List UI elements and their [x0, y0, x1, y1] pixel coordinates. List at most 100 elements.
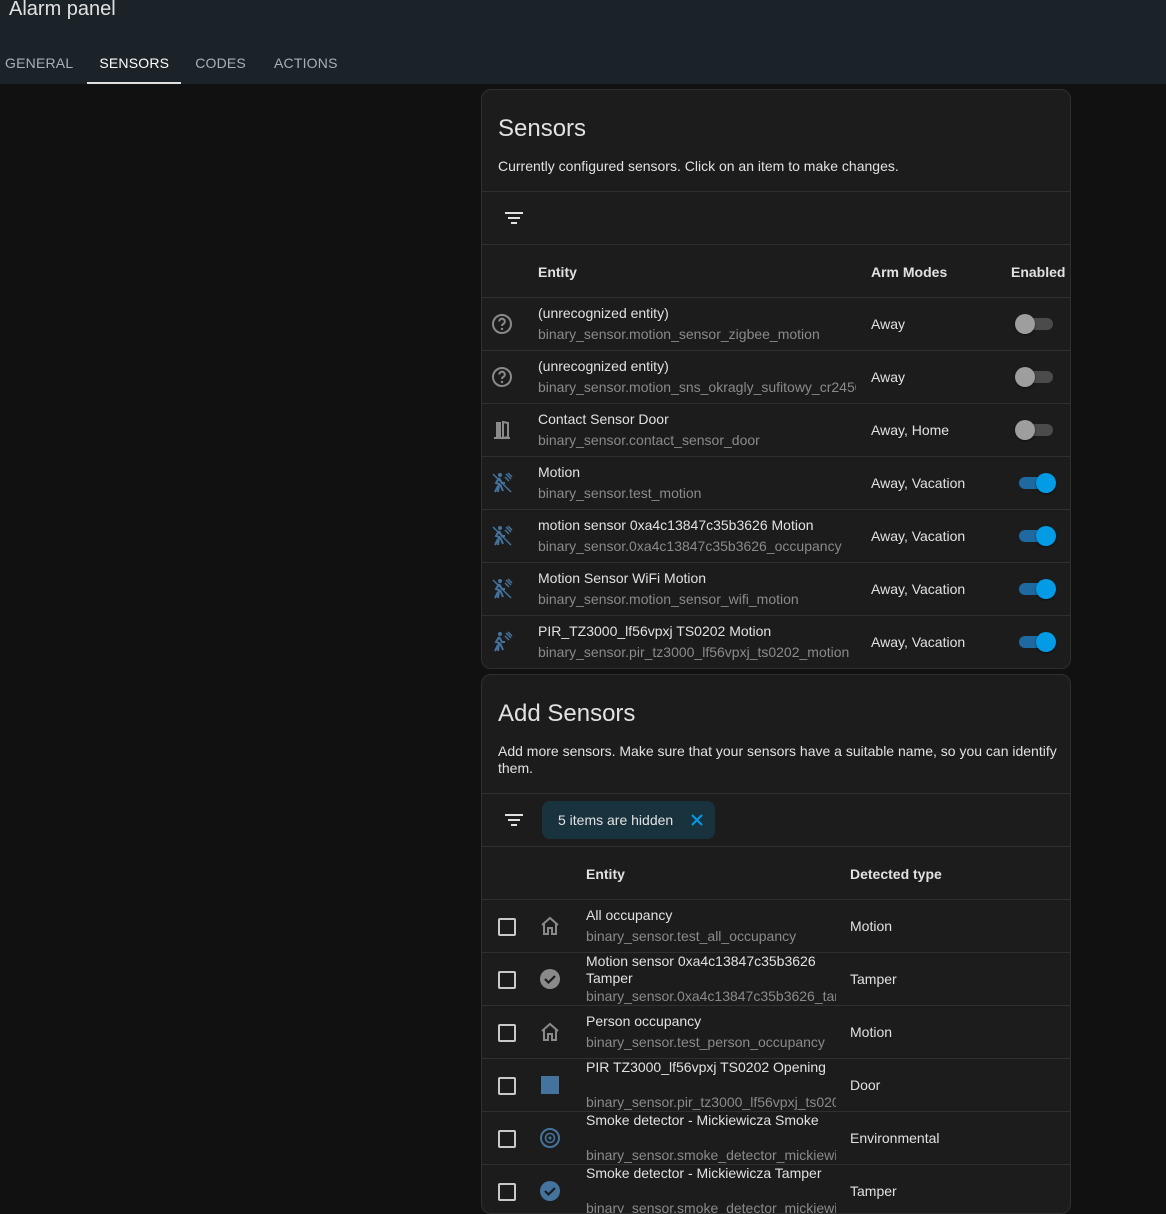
tab-general[interactable]: GENERAL [0, 42, 87, 84]
table-row[interactable]: Person occupancy binary_sensor.test_perso… [482, 1005, 1070, 1058]
top-bar: Alarm panel GENERAL SENSORS CODES ACTION… [0, 0, 1166, 84]
motion-icon [490, 577, 514, 601]
row-checkbox[interactable] [498, 1130, 516, 1148]
entity-name: Person occupancy [586, 1013, 702, 1029]
motion-icon [490, 524, 514, 548]
enabled-toggle[interactable] [1015, 367, 1055, 387]
enabled-toggle[interactable] [1015, 632, 1056, 652]
entity-name: Smoke detector - Mickiewicza Tamper [586, 1165, 822, 1181]
row-checkbox[interactable] [498, 1077, 516, 1095]
check-circle-icon [538, 967, 562, 991]
column-header-detected-type[interactable]: Detected type [850, 866, 942, 882]
row-checkbox[interactable] [498, 971, 516, 989]
arm-modes: Away [871, 369, 905, 385]
hidden-items-chip[interactable]: 5 items are hidden [542, 801, 715, 839]
door-icon [490, 418, 514, 442]
filter-icon[interactable] [502, 206, 526, 230]
add-sensors-title: Add Sensors [498, 700, 636, 727]
filter-icon[interactable] [502, 808, 526, 832]
entity-id: binary_sensor.motion_sensor_wifi_motion [538, 591, 799, 607]
entity-id: binary_sensor.test_person_occupancy [586, 1034, 825, 1050]
entity-id: binary_sensor.test_motion [538, 485, 702, 501]
check-circle-active-icon [538, 1179, 562, 1203]
table-row[interactable]: Smoke detector - Mickiewicza Tamper binar… [482, 1164, 1070, 1214]
detected-type: Motion [850, 918, 893, 934]
arm-modes: Away [871, 316, 905, 332]
table-row[interactable]: Smoke detector - Mickiewicza Smoke binary… [482, 1111, 1070, 1164]
close-icon[interactable] [689, 812, 705, 828]
column-header-entity[interactable]: Entity [586, 866, 625, 882]
entity-name: motion sensor 0xa4c13847c35b3626 Motion [538, 517, 814, 533]
sensors-card: Sensors Currently configured sensors. Cl… [481, 89, 1071, 669]
entity-name: Smoke detector - Mickiewicza Smoke [586, 1112, 819, 1128]
add-sensors-card: Add Sensors Add more sensors. Make sure … [481, 674, 1071, 1214]
arm-modes: Away, Vacation [871, 475, 966, 491]
enabled-toggle[interactable] [1015, 473, 1056, 493]
detected-type: Tamper [850, 1183, 897, 1199]
entity-id: binary_sensor.test_all_occupancy [586, 928, 797, 944]
table-row[interactable]: PIR_TZ3000_lf56vpxj TS0202 Motion binary_… [482, 615, 1070, 668]
column-header-arm-modes[interactable]: Arm Modes [871, 264, 947, 280]
tab-sensors[interactable]: SENSORS [87, 42, 182, 84]
arm-modes: Away, Home [871, 422, 950, 438]
table-row[interactable]: Motion binary_sensor.test_motion Away, Vac… [482, 456, 1070, 509]
entity-name: Motion sensor 0xa4c13847c35b3626 Tamper [586, 953, 816, 986]
motion-active-icon [490, 630, 514, 654]
divider [482, 846, 1070, 847]
enabled-toggle[interactable] [1015, 314, 1055, 334]
entity-id: binary_sensor.pir_tz3000_lf56vpxj_ts0202… [538, 644, 850, 660]
detected-type: Door [850, 1077, 881, 1093]
detected-type: Motion [850, 1024, 893, 1040]
entity-name: Motion Sensor WiFi Motion [538, 570, 707, 586]
column-header-enabled[interactable]: Enabled [1011, 264, 1065, 280]
table-row[interactable]: (unrecognized entity) binary_sensor.motio… [482, 297, 1070, 350]
page-title: Alarm panel [9, 0, 116, 20]
enabled-toggle[interactable] [1015, 420, 1055, 440]
table-row[interactable]: Contact Sensor Door binary_sensor.contact… [482, 403, 1070, 456]
column-header-entity[interactable]: Entity [538, 264, 577, 280]
hidden-items-label: 5 items are hidden [558, 812, 674, 828]
divider [482, 191, 1070, 192]
enabled-toggle[interactable] [1015, 526, 1056, 546]
entity-name: Motion [538, 464, 581, 480]
entity-name: PIR_TZ3000_lf56vpxj TS0202 Motion [538, 623, 772, 639]
entity-id: binary_sensor.smoke_detector_mickiewicza… [586, 1200, 836, 1214]
table-row[interactable]: Motion Sensor WiFi Motion binary_sensor.m… [482, 562, 1070, 615]
help-circle-icon [490, 365, 514, 389]
entity-id: binary_sensor.motion_sns_okragly_sufitow… [538, 379, 856, 395]
motion-icon [490, 471, 514, 495]
enabled-toggle[interactable] [1015, 579, 1056, 599]
table-row[interactable]: PIR TZ3000_lf56vpxj TS0202 Opening binary… [482, 1058, 1070, 1111]
help-circle-icon [490, 312, 514, 336]
arm-modes: Away, Vacation [871, 634, 966, 650]
sensors-description: Currently configured sensors. Click on a… [498, 158, 899, 174]
entity-name: Contact Sensor Door [538, 411, 669, 427]
row-checkbox[interactable] [498, 1183, 516, 1201]
arm-modes: Away, Vacation [871, 528, 966, 544]
row-checkbox[interactable] [498, 918, 516, 936]
smoke-detector-icon [538, 1126, 562, 1150]
entity-name: PIR TZ3000_lf56vpxj TS0202 Opening [586, 1059, 826, 1075]
square-icon [538, 1073, 562, 1097]
divider [482, 793, 1070, 794]
entity-id: binary_sensor.contact_sensor_door [538, 432, 760, 448]
row-checkbox[interactable] [498, 1024, 516, 1042]
detected-type: Tamper [850, 971, 897, 987]
table-row[interactable]: (unrecognized entity) binary_sensor.motio… [482, 350, 1070, 403]
entity-id: binary_sensor.smoke_detector_mickiewicza… [586, 1147, 836, 1163]
divider [482, 244, 1070, 245]
tab-codes[interactable]: CODES [181, 42, 260, 84]
table-row[interactable]: Motion sensor 0xa4c13847c35b3626 Tamper b… [482, 952, 1070, 1005]
entity-name: (unrecognized entity) [538, 305, 669, 321]
entity-name: (unrecognized entity) [538, 358, 669, 374]
entity-name: All occupancy [586, 907, 673, 923]
table-row[interactable]: All occupancy binary_sensor.test_all_occu… [482, 899, 1070, 952]
tab-actions[interactable]: ACTIONS [260, 42, 352, 84]
arm-modes: Away, Vacation [871, 581, 966, 597]
table-row[interactable]: motion sensor 0xa4c13847c35b3626 Motion b… [482, 509, 1070, 562]
home-outline-icon [538, 914, 562, 938]
add-sensors-description: Add more sensors. Make sure that your se… [498, 743, 1057, 776]
entity-id: binary_sensor.0xa4c13847c35b3626_tamper [586, 988, 836, 1004]
home-outline-icon [538, 1020, 562, 1044]
entity-id: binary_sensor.pir_tz3000_lf56vpxj_ts0202… [586, 1094, 836, 1110]
